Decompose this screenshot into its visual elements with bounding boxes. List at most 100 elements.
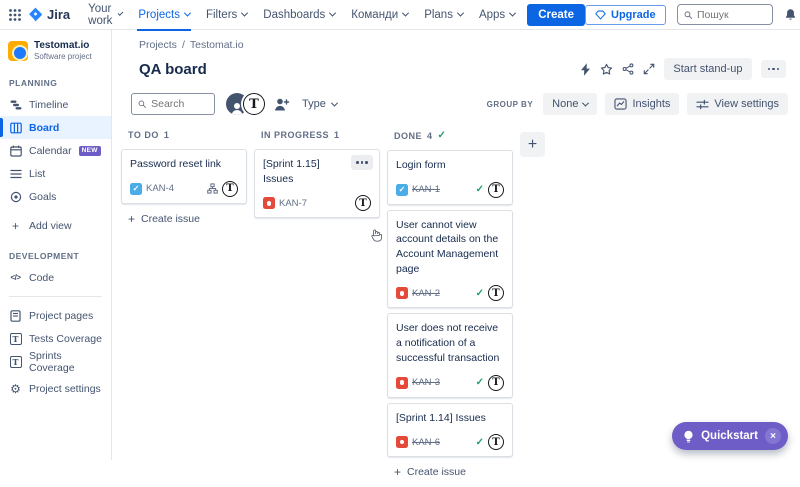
global-search-input[interactable]	[697, 9, 766, 21]
quickstart-label: Quickstart	[701, 430, 758, 442]
automation-lightning-icon[interactable]	[580, 63, 591, 76]
add-view-label: Add view	[29, 220, 72, 232]
board-more-button[interactable]	[761, 60, 787, 79]
assignee-avatar[interactable]: T	[488, 434, 504, 450]
nav-dashboards[interactable]: Dashboards	[255, 0, 343, 30]
jira-logo[interactable]: Jira	[28, 7, 70, 22]
assignee-avatar[interactable]: T	[488, 182, 504, 198]
share-icon[interactable]	[622, 63, 634, 75]
type-filter-dropdown[interactable]: Type	[302, 98, 337, 110]
type-filter-label: Type	[302, 98, 326, 110]
timeline-icon	[9, 99, 22, 111]
sidebar-item-label: Code	[29, 272, 54, 284]
fullscreen-icon[interactable]	[643, 63, 655, 75]
breadcrumb-projects[interactable]: Projects	[139, 39, 177, 51]
column-count: 1	[164, 130, 170, 140]
project-header[interactable]: Testomat.io Software project	[0, 40, 111, 69]
list-icon	[9, 168, 22, 180]
star-icon[interactable]	[600, 63, 613, 76]
page-header: QA board Start stand-up	[139, 58, 786, 80]
app-switcher-icon[interactable]	[8, 8, 22, 22]
notifications-bell-icon[interactable]	[784, 8, 797, 21]
issue-card[interactable]: User does not receive a notification of …	[387, 313, 513, 397]
close-icon[interactable]: ×	[765, 428, 781, 444]
group-by-value: None	[552, 98, 578, 110]
sidebar-item-project-pages[interactable]: Project pages	[0, 304, 111, 327]
breadcrumb-project[interactable]: Testomat.io	[190, 39, 244, 51]
view-settings-button[interactable]: View settings	[687, 93, 788, 115]
board-main: Projects / Testomat.io QA board Start st…	[112, 30, 800, 460]
issue-card[interactable]: Password reset link ✓ KAN-4 T	[121, 149, 247, 204]
column-header: TO DO 1	[121, 130, 247, 149]
chevron-down-icon	[582, 99, 589, 106]
nav-teams[interactable]: Команди	[343, 0, 416, 30]
nav-plans[interactable]: Plans	[416, 0, 471, 30]
bug-type-icon	[396, 287, 408, 299]
bug-type-icon	[396, 377, 408, 389]
sidebar-item-timeline[interactable]: Timeline	[0, 93, 111, 116]
add-view-button[interactable]: + Add view	[0, 214, 111, 237]
issue-key: KAN-1	[412, 184, 440, 195]
testomat-icon: T	[9, 333, 22, 345]
assignee-avatar[interactable]: T	[488, 285, 504, 301]
breadcrumb: Projects / Testomat.io	[139, 39, 784, 51]
add-person-icon[interactable]	[273, 97, 290, 112]
upgrade-button[interactable]: Upgrade	[585, 5, 666, 25]
issue-key: KAN-7	[279, 198, 307, 209]
start-standup-button[interactable]: Start stand-up	[664, 58, 751, 80]
sidebar-item-project-settings[interactable]: ⚙ Project settings	[0, 377, 111, 400]
card-title: Login form	[396, 158, 504, 173]
nav-your-work[interactable]: Your work	[80, 0, 130, 30]
add-column-button[interactable]: +	[520, 132, 545, 157]
column-header: DONE 4 ✓	[387, 130, 513, 150]
board-search[interactable]	[131, 93, 215, 115]
card-title: User does not receive a notification of …	[396, 321, 504, 365]
resolved-check-icon: ✓	[476, 184, 484, 195]
ellipsis-icon	[356, 161, 368, 164]
sidebar-item-sprints-coverage[interactable]: T Sprints Coverage	[0, 350, 111, 373]
project-type: Software project	[34, 52, 92, 61]
page-title: QA board	[139, 61, 207, 78]
column-count: 4	[427, 131, 433, 141]
nav-projects[interactable]: Projects	[130, 0, 198, 30]
global-search[interactable]	[677, 4, 773, 25]
assignee-avatar[interactable]: T	[488, 375, 504, 391]
assignee-avatar[interactable]: T	[222, 181, 238, 197]
nav-label: Projects	[138, 9, 180, 21]
nav-apps[interactable]: Apps	[471, 0, 523, 30]
board-search-input[interactable]	[151, 98, 208, 110]
issue-card[interactable]: [Sprint 1.15] Issues KAN-7 T	[254, 149, 380, 218]
nav-filters[interactable]: Filters	[198, 0, 255, 30]
issue-card[interactable]: Login form ✓ KAN-1 ✓ T	[387, 150, 513, 205]
create-issue-button[interactable]: + Create issue	[387, 457, 513, 487]
sidebar-item-goals[interactable]: Goals	[0, 185, 111, 208]
user-avatar[interactable]: T	[243, 93, 265, 115]
sidebar-item-code[interactable]: </> Code	[0, 266, 111, 289]
sidebar-item-label: Calendar	[29, 145, 72, 157]
nav-label: Apps	[479, 9, 505, 21]
column-todo: TO DO 1 Password reset link ✓ KAN-4 T	[121, 130, 247, 234]
chevron-down-icon	[402, 10, 409, 17]
sidebar-item-tests-coverage[interactable]: T Tests Coverage	[0, 327, 111, 350]
sidebar-item-label: Goals	[29, 191, 56, 203]
group-by-dropdown[interactable]: None	[543, 93, 597, 115]
sidebar-item-board[interactable]: Board	[0, 116, 111, 139]
create-issue-button[interactable]: + Create issue	[121, 204, 247, 234]
card-more-button[interactable]	[351, 155, 373, 170]
insights-button[interactable]: Insights	[605, 93, 679, 115]
quickstart-button[interactable]: Quickstart ×	[672, 422, 788, 450]
upgrade-label: Upgrade	[611, 9, 656, 21]
code-icon: </>	[9, 273, 22, 282]
sidebar-item-calendar[interactable]: Calendar NEW	[0, 139, 111, 162]
create-button[interactable]: Create	[527, 4, 585, 26]
assignee-avatar[interactable]: T	[355, 195, 371, 211]
issue-card[interactable]: User cannot view account details on the …	[387, 210, 513, 309]
nav-label: Your work	[88, 3, 114, 27]
plus-icon: +	[394, 466, 401, 478]
insights-chart-icon	[614, 98, 627, 110]
column-in-progress: IN PROGRESS 1 [Sprint 1.15] Issues KAN-7…	[254, 130, 380, 218]
search-icon	[138, 99, 146, 109]
plus-icon: +	[128, 213, 135, 225]
issue-card[interactable]: [Sprint 1.14] Issues KAN-6 ✓ T	[387, 403, 513, 458]
sidebar-item-list[interactable]: List	[0, 162, 111, 185]
